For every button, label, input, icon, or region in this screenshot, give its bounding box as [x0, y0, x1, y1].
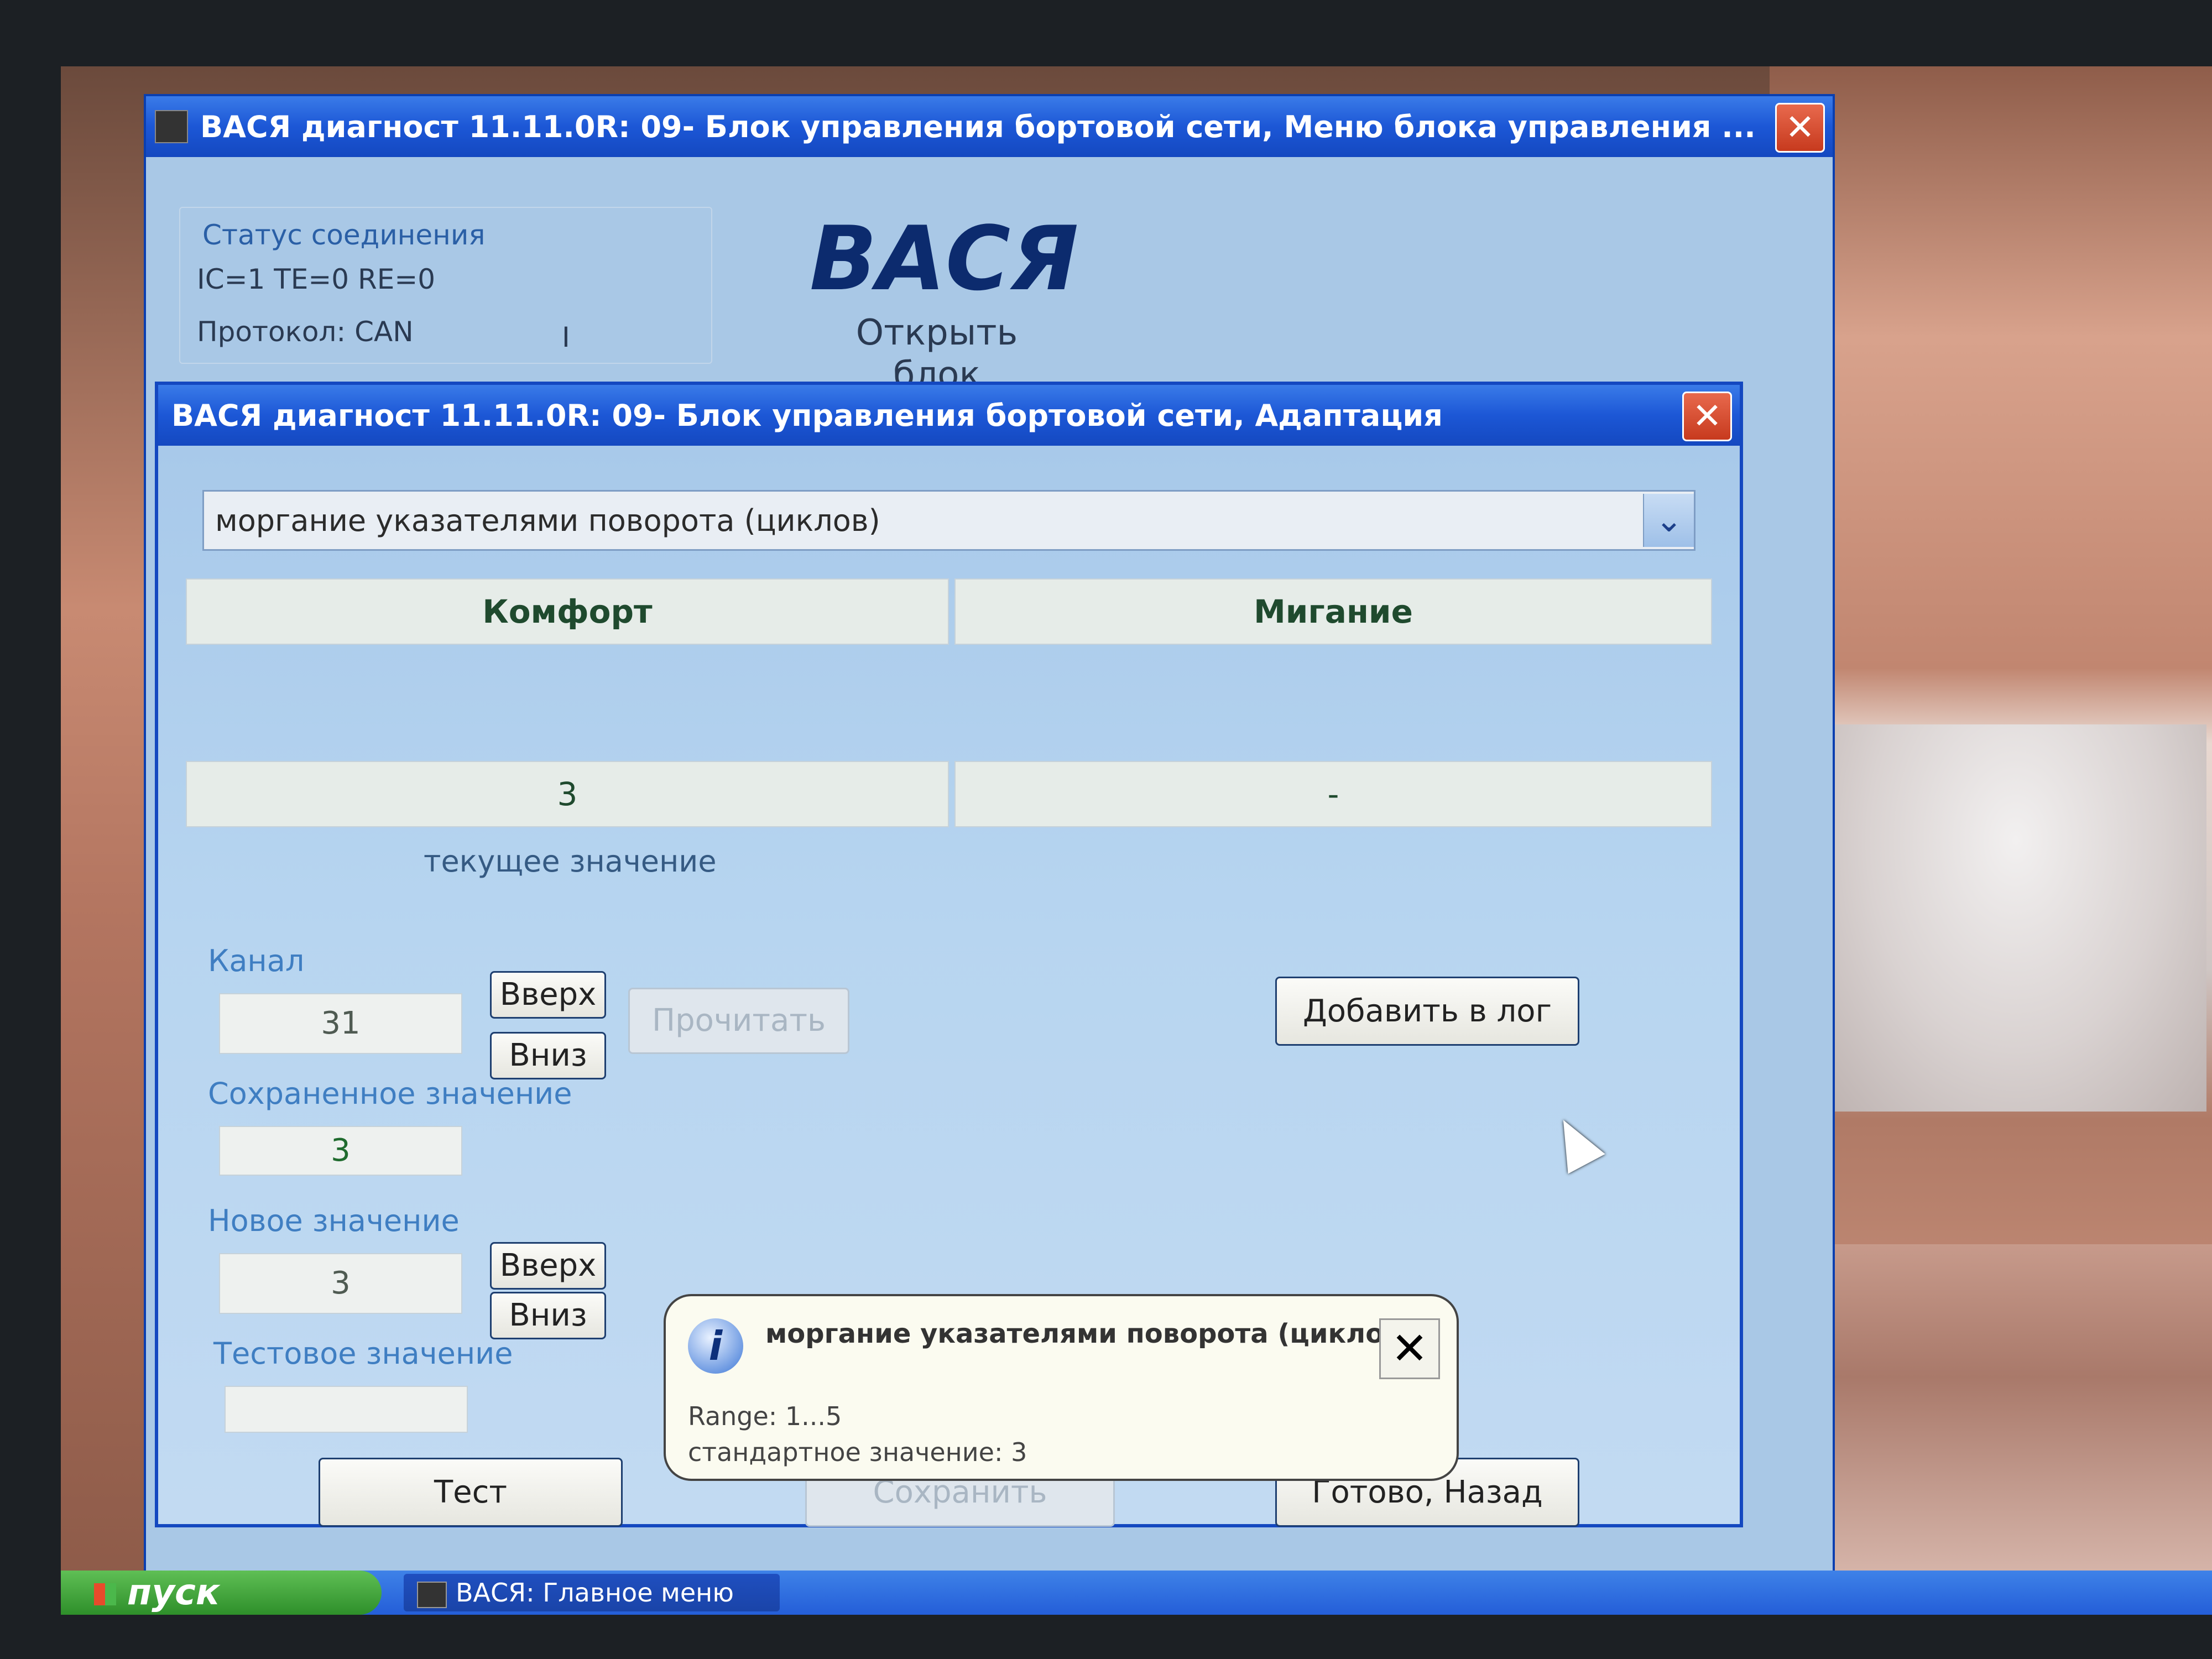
main-titlebar[interactable]: ВАСЯ диагност 11.11.0R: 09- Блок управле… [146, 96, 1833, 157]
main-window-title: ВАСЯ диагност 11.11.0R: 09- Блок управле… [200, 109, 1756, 144]
add-to-log-button[interactable]: Добавить в лог [1275, 977, 1579, 1046]
saved-value-field: 3 [219, 1126, 462, 1176]
channel-input[interactable]: 31 [219, 993, 462, 1054]
new-value-label: Новое значение [208, 1203, 460, 1238]
new-value-input[interactable]: 3 [219, 1253, 462, 1314]
wallpaper-sofa [1770, 1244, 2212, 1576]
main-close-button[interactable]: ✕ [1775, 103, 1825, 153]
brand-logo: ВАСЯ [810, 207, 1079, 310]
balloon-standard-value-text: стандартное значение: 3 [688, 1437, 1027, 1467]
channel-label: Канал [208, 943, 305, 978]
dialog-titlebar[interactable]: ВАСЯ диагност 11.11.0R: 09- Блок управле… [158, 385, 1740, 446]
new-value-down-button[interactable]: Вниз [490, 1292, 606, 1339]
current-value-comfort: 3 [186, 761, 949, 827]
connection-status-values: IC=1 TE=0 RE=0 [197, 263, 436, 295]
dialog-close-button[interactable]: ✕ [1682, 392, 1732, 441]
chevron-down-icon[interactable]: ⌄ [1643, 494, 1694, 547]
text-cursor-mark: I [562, 321, 570, 353]
open-control-unit-button[interactable]: Открыть блок управления [810, 312, 1064, 389]
column-header-blinking: Мигание [954, 578, 1712, 645]
app-icon [417, 1581, 447, 1608]
test-button[interactable]: Тест [319, 1458, 623, 1527]
function-select-value: моргание указателями поворота (циклов) [215, 503, 880, 538]
read-button[interactable]: Прочитать [628, 988, 849, 1054]
info-balloon: i моргание указателями поворота (циклов)… [664, 1294, 1459, 1481]
current-value-blinking: - [954, 761, 1712, 827]
start-button[interactable]: пуск [61, 1571, 382, 1615]
column-header-comfort: Комфорт [186, 578, 949, 645]
connection-status-panel: Статус соединения IC=1 TE=0 RE=0 Протоко… [179, 207, 712, 364]
windows-flag-icon [94, 1583, 116, 1606]
start-label: пуск [127, 1572, 220, 1613]
taskbar-item-main-menu[interactable]: ВАСЯ: Главное меню [404, 1574, 780, 1611]
saved-value-label: Сохраненное значение [208, 1076, 572, 1111]
dialog-title: ВАСЯ диагност 11.11.0R: 09- Блок управле… [171, 398, 1443, 433]
new-value-up-button[interactable]: Вверх [490, 1242, 606, 1290]
taskbar-item-label: ВАСЯ: Главное меню [456, 1578, 734, 1608]
protocol-text: Протокол: CAN [197, 316, 414, 348]
balloon-title: моргание указателями поворота (циклов) [765, 1318, 1413, 1349]
app-icon [155, 110, 188, 143]
test-value-label: Тестовое значение [213, 1336, 513, 1371]
balloon-range-text: Range: 1...5 [688, 1401, 842, 1431]
channel-down-button[interactable]: Вниз [490, 1032, 606, 1079]
test-value-field [225, 1386, 468, 1433]
info-icon: i [688, 1318, 743, 1374]
wallpaper-screen [1825, 724, 2206, 1112]
adaptation-function-select[interactable]: моргание указателями поворота (циклов) ⌄ [202, 490, 1695, 551]
channel-up-button[interactable]: Вверх [490, 971, 606, 1019]
connection-status-label: Статус соединения [202, 219, 486, 251]
desktop: ВАСЯ диагност 11.11.0R: 09- Блок управле… [61, 66, 2212, 1615]
balloon-close-button[interactable]: ✕ [1379, 1318, 1440, 1379]
taskbar: пуск ВАСЯ: Главное меню [61, 1571, 2212, 1615]
current-value-caption: текущее значение [424, 844, 717, 879]
